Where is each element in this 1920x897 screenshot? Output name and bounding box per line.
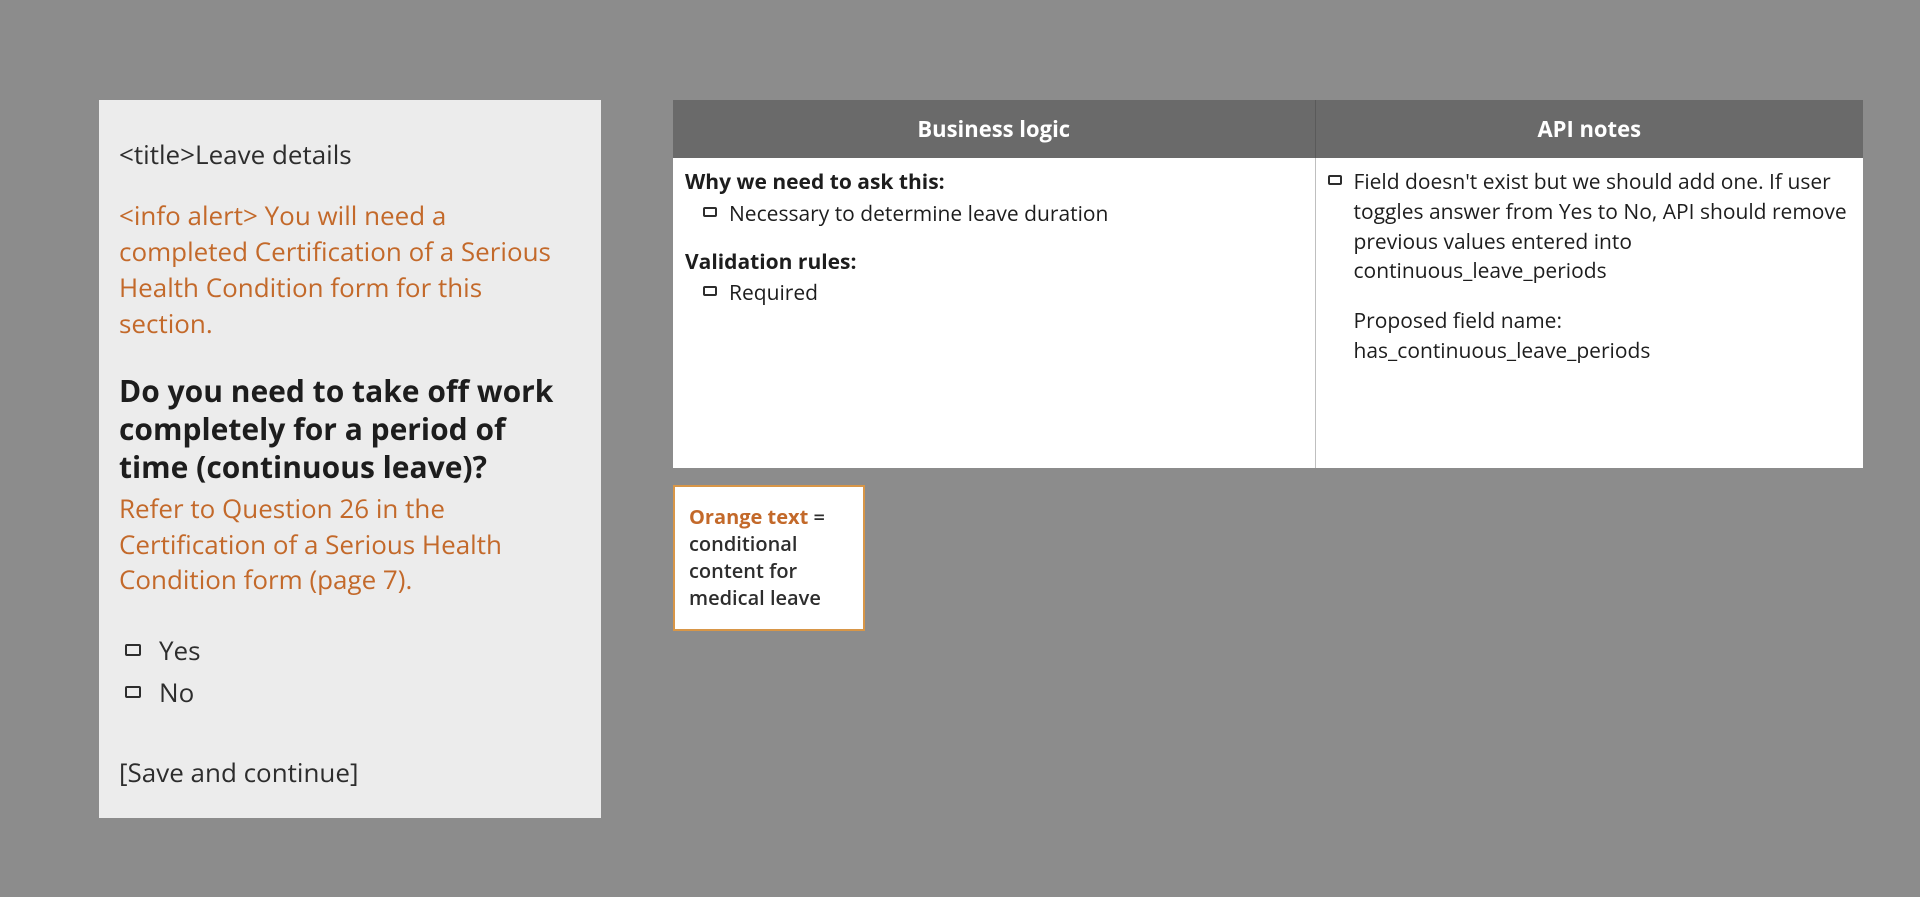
why-item: Necessary to determine leave duration xyxy=(703,200,1303,230)
spec-card: <title>Leave details <info alert> You wi… xyxy=(99,100,601,818)
legend-orange-label: Orange text xyxy=(689,503,808,530)
info-alert-annotation: <info alert> You will need a completed C… xyxy=(119,198,581,342)
question-text: Do you need to take off work completely … xyxy=(119,372,581,487)
cell-api-notes: Field doesn't exist but we should add on… xyxy=(1315,158,1863,468)
title-prefix: <title> xyxy=(119,136,195,172)
table-row: Why we need to ask this: Necessary to de… xyxy=(673,158,1863,468)
checkbox-icon xyxy=(125,644,141,656)
question-hint: Refer to Question 26 in the Certificatio… xyxy=(119,491,581,599)
api-note-para-1: Field doesn't exist but we should add on… xyxy=(1354,168,1852,287)
info-prefix: <info alert> xyxy=(119,197,265,233)
save-continue-button[interactable]: [Save and continue] xyxy=(119,754,581,790)
validation-item: Required xyxy=(703,279,1303,309)
title-text: Leave details xyxy=(195,136,352,172)
legend-box: Orange text = conditional content for me… xyxy=(673,485,865,631)
why-heading: Why we need to ask this: xyxy=(685,168,1303,198)
cell-business-logic: Why we need to ask this: Necessary to de… xyxy=(673,158,1315,468)
page-title-annotation: <title>Leave details xyxy=(119,136,581,172)
checkbox-icon xyxy=(703,286,717,296)
legend-description: conditional content for medical leave xyxy=(689,530,821,611)
header-business-logic: Business logic xyxy=(673,100,1315,158)
option-no[interactable]: No xyxy=(125,674,581,710)
validation-item-text: Required xyxy=(729,279,818,309)
option-yes-label: Yes xyxy=(159,632,201,668)
why-item-text: Necessary to determine leave duration xyxy=(729,200,1108,230)
option-yes[interactable]: Yes xyxy=(125,632,581,668)
validation-heading: Validation rules: xyxy=(685,248,1303,278)
option-no-label: No xyxy=(159,674,194,710)
header-api-notes: API notes xyxy=(1315,100,1863,158)
spec-table: Business logic API notes Why we need to … xyxy=(673,100,1863,468)
legend-equals: = xyxy=(808,503,825,530)
checkbox-icon xyxy=(1328,175,1342,185)
checkbox-icon xyxy=(125,686,141,698)
api-note-para-2: Proposed field name: has_continuous_leav… xyxy=(1354,307,1852,367)
radio-options: Yes No xyxy=(125,632,581,710)
checkbox-icon xyxy=(703,207,717,217)
